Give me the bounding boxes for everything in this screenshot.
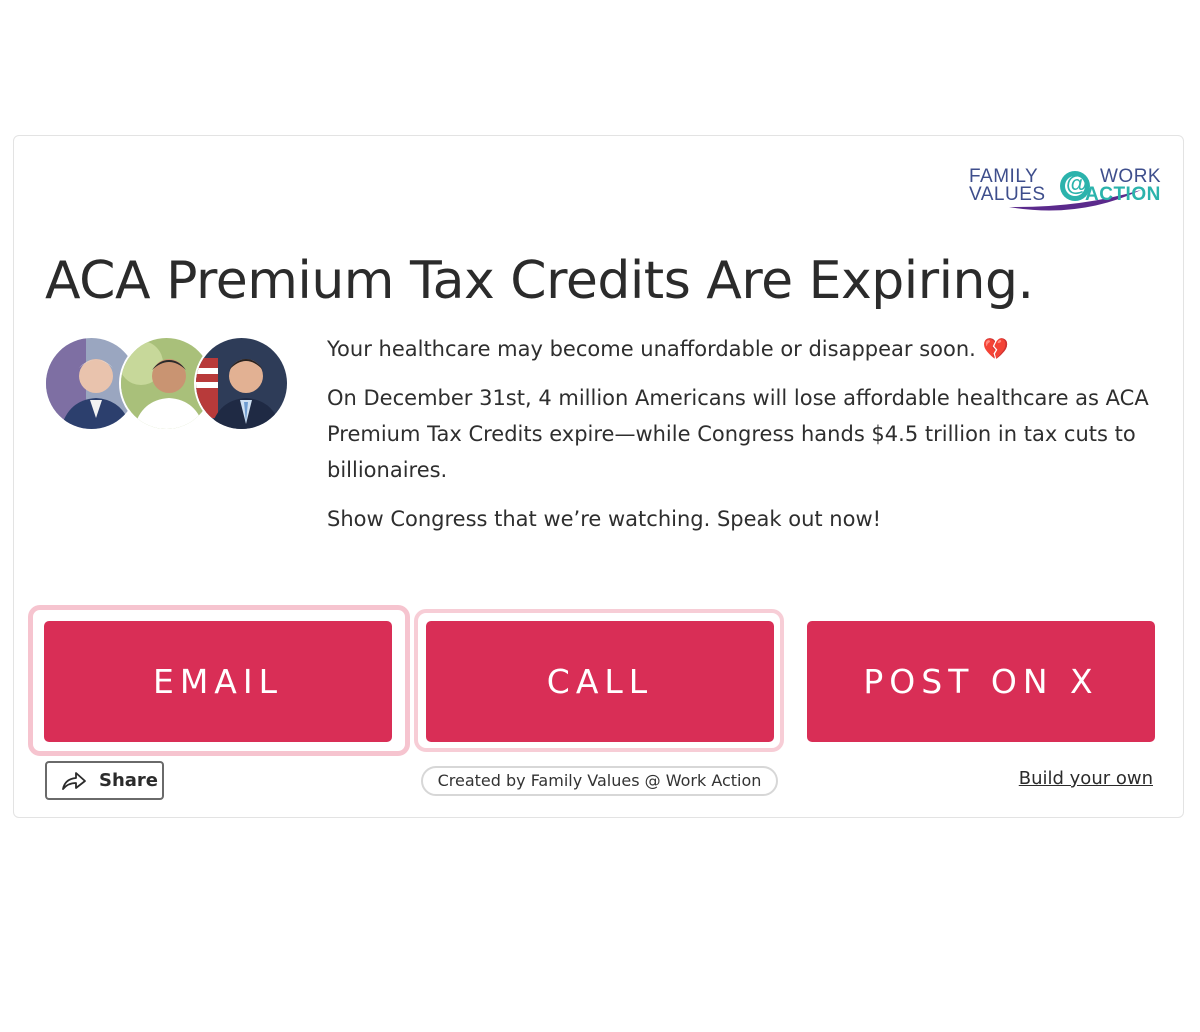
creator-badge: Created by Family Values @ Work Action: [421, 766, 778, 796]
action-card: FAMILY VALUES @ WORK ACTION ACA Premium …: [13, 135, 1184, 818]
description-paragraph-1: Your healthcare may become unaffordable …: [327, 331, 1167, 367]
broken-heart-icon: 💔: [982, 337, 1009, 361]
post-on-x-button[interactable]: POST ON X: [807, 621, 1155, 742]
campaign-description: Your healthcare may become unaffordable …: [327, 331, 1167, 550]
avatar-representative-3: [194, 336, 289, 431]
logo-text-action: ACTION: [1085, 184, 1161, 205]
share-button-label: Share: [99, 770, 159, 791]
build-your-own-link[interactable]: Build your own: [1019, 768, 1153, 789]
family-values-work-action-logo: FAMILY VALUES @ WORK ACTION: [969, 164, 1161, 214]
page-title: ACA Premium Tax Credits Are Expiring.: [45, 251, 1034, 311]
description-paragraph-3: Show Congress that we’re watching. Speak…: [327, 507, 882, 531]
share-arrow-icon: [62, 771, 86, 790]
email-button[interactable]: EMAIL: [44, 621, 392, 742]
call-button[interactable]: CALL: [426, 621, 774, 742]
share-button[interactable]: Share: [45, 761, 164, 800]
logo-text-values: VALUES: [969, 184, 1046, 205]
representatives-avatars: [44, 336, 294, 434]
description-text-1: Your healthcare may become unaffordable …: [327, 337, 976, 361]
description-paragraph-2: On December 31st, 4 million Americans wi…: [327, 386, 1149, 482]
